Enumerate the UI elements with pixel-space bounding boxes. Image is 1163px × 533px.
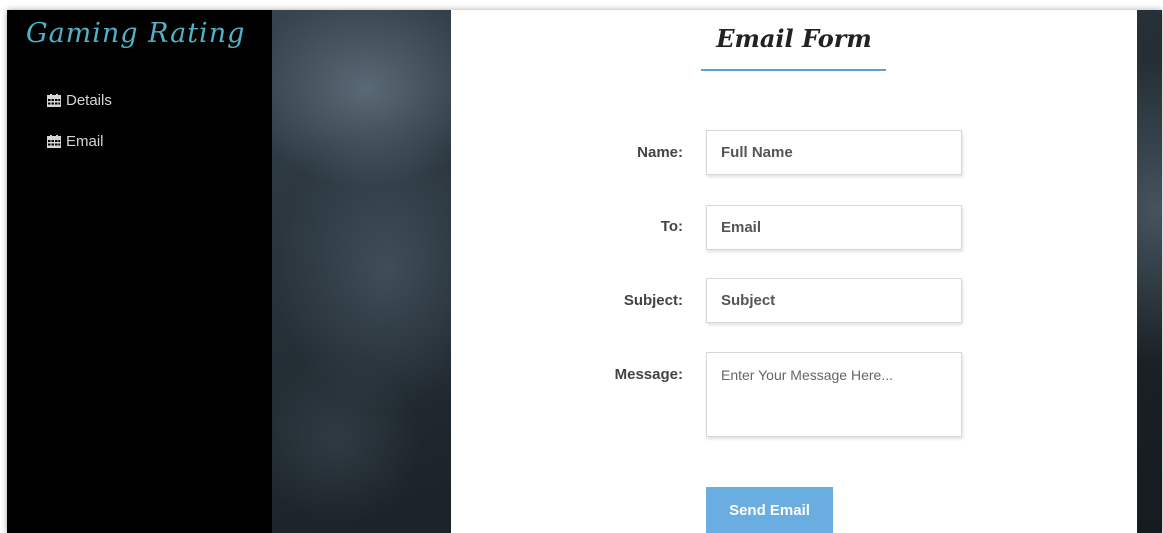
sidebar-item-details[interactable]: Details	[47, 90, 112, 110]
name-label: Name:	[637, 144, 683, 161]
sidebar: Gaming Rating Details Email	[7, 10, 272, 533]
to-input[interactable]	[706, 205, 962, 250]
sidebar-nav: Details Email	[47, 90, 112, 172]
subject-input[interactable]	[706, 278, 962, 323]
calendar-icon	[47, 134, 61, 148]
page-background: Gaming Rating Details Email Email Form N…	[7, 10, 1162, 533]
email-form-panel: Email Form Name: To: Subject: Message: S…	[451, 10, 1137, 533]
screenshot-frame: Gaming Rating Details Email Email Form N…	[0, 0, 1163, 533]
send-email-button[interactable]: Send Email	[706, 487, 833, 533]
name-input[interactable]	[706, 130, 962, 175]
message-label: Message:	[614, 366, 683, 383]
subject-label: Subject:	[623, 292, 683, 309]
sidebar-item-email[interactable]: Email	[47, 131, 112, 151]
title-underline	[701, 69, 886, 71]
message-textarea[interactable]	[706, 352, 962, 437]
calendar-icon	[47, 93, 61, 107]
sidebar-item-label: Details	[66, 91, 112, 109]
brand-title: Gaming Rating	[26, 18, 246, 49]
form-title: Email Form	[716, 24, 872, 53]
sidebar-item-label: Email	[66, 132, 104, 150]
to-label: To:	[660, 218, 683, 235]
